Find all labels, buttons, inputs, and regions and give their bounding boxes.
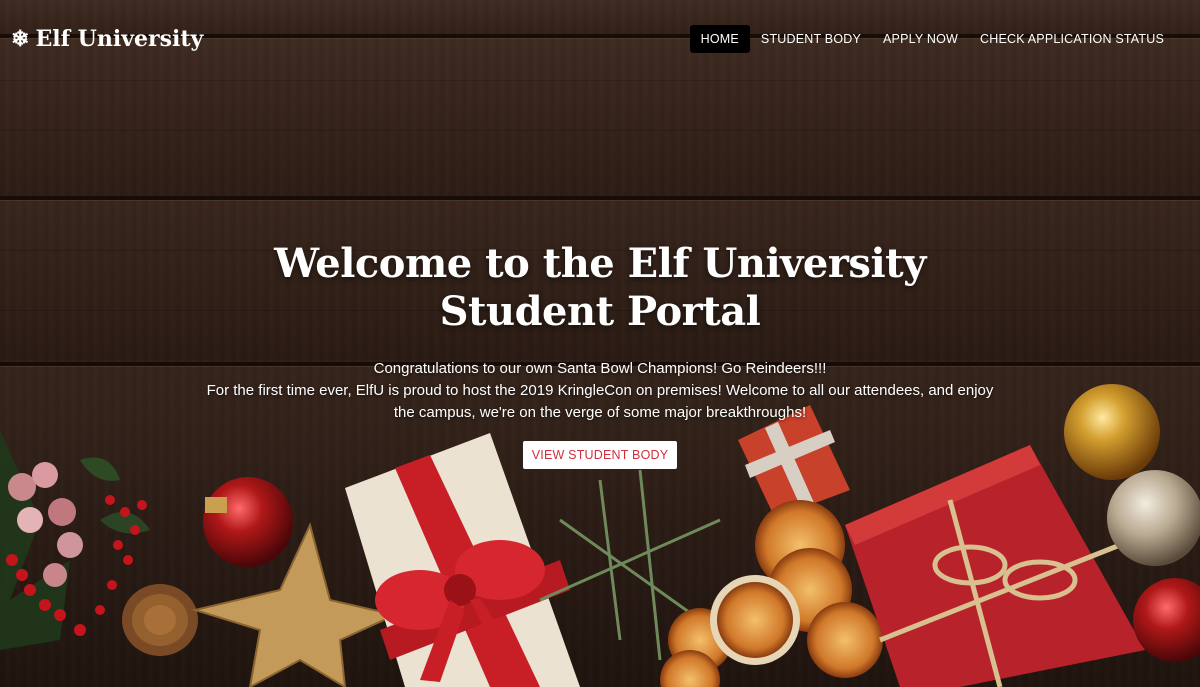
- snowflake-icon: ❄: [11, 26, 30, 52]
- hero-announcement: Congratulations to our own Santa Bowl Ch…: [373, 360, 827, 377]
- silver-ornament: [1107, 470, 1200, 566]
- nav-apply-now[interactable]: APPLY NOW: [872, 25, 969, 53]
- view-student-body-button[interactable]: VIEW STUDENT BODY: [522, 441, 678, 469]
- nav-check-application-status[interactable]: CHECK APPLICATION STATUS: [969, 25, 1175, 53]
- brand-name: Elf University: [35, 26, 204, 52]
- hero-welcome-text: For the first time ever, ElfU is proud t…: [206, 382, 994, 421]
- white-gift-box: [345, 433, 580, 687]
- main-nav: HOME STUDENT BODY APPLY NOW CHECK APPLIC…: [689, 25, 1175, 53]
- pine-cone: [122, 584, 198, 656]
- red-ornament: [203, 477, 293, 567]
- hero-text: Congratulations to our own Santa Bowl Ch…: [0, 358, 1200, 424]
- red-gift-box: [845, 445, 1145, 687]
- hero-section: Welcome to the Elf University Student Po…: [0, 240, 1200, 469]
- hero-title: Welcome to the Elf University Student Po…: [274, 240, 926, 335]
- brand-logo[interactable]: ❄ Elf University: [11, 26, 203, 52]
- nav-home[interactable]: HOME: [689, 25, 750, 53]
- nav-student-body[interactable]: STUDENT BODY: [750, 25, 872, 53]
- top-navbar: ❄ Elf University HOME STUDENT BODY APPLY…: [0, 0, 1200, 78]
